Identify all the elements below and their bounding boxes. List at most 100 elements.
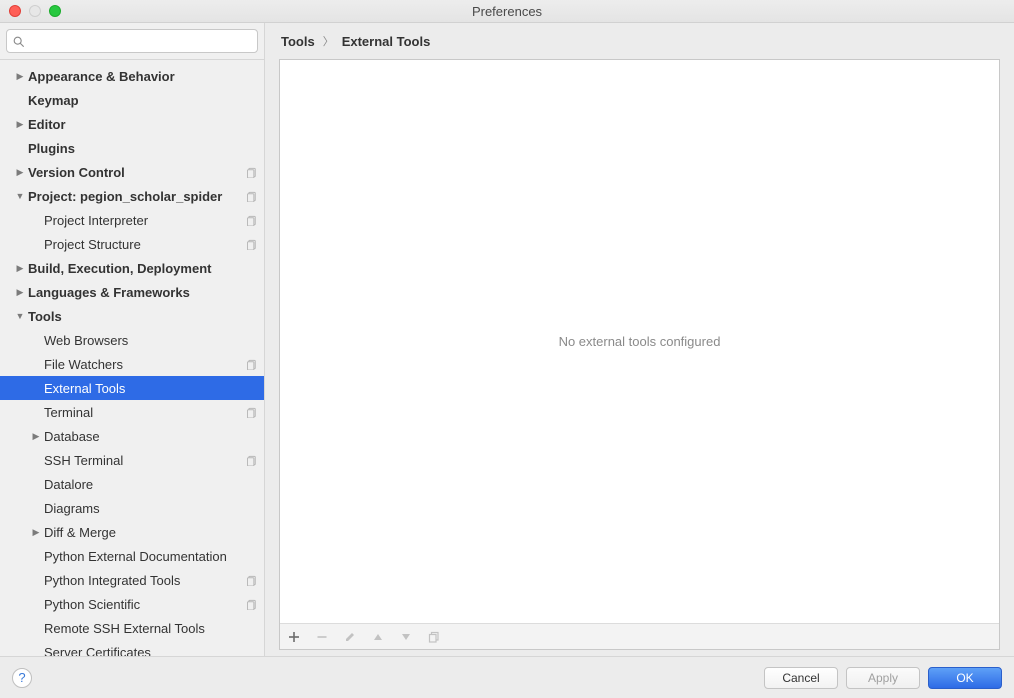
project-scope-icon bbox=[246, 454, 258, 466]
move-up-button[interactable] bbox=[370, 629, 386, 645]
empty-state-text: No external tools configured bbox=[559, 334, 721, 349]
project-scope-icon bbox=[246, 598, 258, 610]
tree-item-editor[interactable]: ▶ Editor bbox=[0, 112, 264, 136]
chevron-right-icon: 〉 bbox=[323, 33, 334, 49]
tree-item-label: Version Control bbox=[28, 165, 242, 180]
tree-item-project[interactable]: ▼ Project: pegion_scholar_spider bbox=[0, 184, 264, 208]
tree-item-datalore[interactable]: Datalore bbox=[0, 472, 264, 496]
tree-item-label: Keymap bbox=[28, 93, 258, 108]
list-toolbar bbox=[280, 623, 999, 649]
sidebar: ▶ Appearance & Behavior Keymap ▶ Editor … bbox=[0, 23, 265, 656]
tree-item-label: Python External Documentation bbox=[44, 549, 258, 564]
project-scope-icon bbox=[246, 238, 258, 250]
tree-item-label: Build, Execution, Deployment bbox=[28, 261, 258, 276]
tree-item-label: Project Interpreter bbox=[44, 213, 242, 228]
tree-item-label: Plugins bbox=[28, 141, 258, 156]
tree-item-label: Project Structure bbox=[44, 237, 242, 252]
tree-item-label: Python Scientific bbox=[44, 597, 242, 612]
breadcrumb-current: External Tools bbox=[342, 34, 431, 49]
breadcrumb-root[interactable]: Tools bbox=[281, 34, 315, 49]
tree-item-label: Web Browsers bbox=[44, 333, 258, 348]
window-title: Preferences bbox=[0, 4, 1014, 19]
cancel-button[interactable]: Cancel bbox=[764, 667, 838, 689]
remove-button[interactable] bbox=[314, 629, 330, 645]
search-input[interactable] bbox=[27, 31, 252, 51]
tree-item-label: Languages & Frameworks bbox=[28, 285, 258, 300]
project-scope-icon bbox=[246, 190, 258, 202]
chevron-right-icon: ▶ bbox=[30, 527, 42, 538]
search-icon bbox=[12, 35, 25, 48]
external-tools-list[interactable]: No external tools configured bbox=[280, 60, 999, 623]
zoom-window-button[interactable] bbox=[49, 5, 61, 17]
settings-tree[interactable]: ▶ Appearance & Behavior Keymap ▶ Editor … bbox=[0, 60, 264, 656]
copy-button[interactable] bbox=[426, 629, 442, 645]
apply-button[interactable]: Apply bbox=[846, 667, 920, 689]
project-scope-icon bbox=[246, 214, 258, 226]
tree-item-label: Terminal bbox=[44, 405, 242, 420]
edit-button[interactable] bbox=[342, 629, 358, 645]
project-scope-icon bbox=[246, 574, 258, 586]
tree-item-label: Server Certificates bbox=[44, 645, 258, 657]
ok-button[interactable]: OK bbox=[928, 667, 1002, 689]
tree-item-python-ext-doc[interactable]: Python External Documentation bbox=[0, 544, 264, 568]
chevron-down-icon: ▼ bbox=[14, 311, 26, 321]
chevron-right-icon: ▶ bbox=[14, 263, 26, 274]
tree-item-label: External Tools bbox=[44, 381, 258, 396]
chevron-right-icon: ▶ bbox=[14, 287, 26, 298]
tree-item-remote-ssh-ext-tools[interactable]: Remote SSH External Tools bbox=[0, 616, 264, 640]
tree-item-database[interactable]: ▶ Database bbox=[0, 424, 264, 448]
help-button[interactable]: ? bbox=[12, 668, 32, 688]
external-tools-panel: No external tools configured bbox=[279, 59, 1000, 650]
move-down-button[interactable] bbox=[398, 629, 414, 645]
tree-item-keymap[interactable]: Keymap bbox=[0, 88, 264, 112]
tree-item-label: SSH Terminal bbox=[44, 453, 242, 468]
tree-item-file-watchers[interactable]: File Watchers bbox=[0, 352, 264, 376]
window-controls bbox=[0, 5, 61, 17]
tree-item-label: Editor bbox=[28, 117, 258, 132]
tree-item-label: Diagrams bbox=[44, 501, 258, 516]
chevron-right-icon: ▶ bbox=[14, 167, 26, 178]
chevron-right-icon: ▶ bbox=[30, 431, 42, 442]
content-pane: Tools 〉 External Tools No external tools… bbox=[265, 23, 1014, 656]
project-scope-icon bbox=[246, 166, 258, 178]
tree-item-label: File Watchers bbox=[44, 357, 242, 372]
tree-item-label: Project: pegion_scholar_spider bbox=[28, 189, 242, 204]
tree-item-python-scientific[interactable]: Python Scientific bbox=[0, 592, 264, 616]
tree-item-project-interpreter[interactable]: Project Interpreter bbox=[0, 208, 264, 232]
tree-item-label: Remote SSH External Tools bbox=[44, 621, 258, 636]
tree-item-build[interactable]: ▶ Build, Execution, Deployment bbox=[0, 256, 264, 280]
chevron-down-icon: ▼ bbox=[14, 191, 26, 201]
window-titlebar: Preferences bbox=[0, 0, 1014, 23]
tree-item-external-tools[interactable]: External Tools bbox=[0, 376, 264, 400]
tree-item-label: Datalore bbox=[44, 477, 258, 492]
tree-item-label: Appearance & Behavior bbox=[28, 69, 258, 84]
tree-item-appearance[interactable]: ▶ Appearance & Behavior bbox=[0, 64, 264, 88]
add-button[interactable] bbox=[286, 629, 302, 645]
tree-item-languages[interactable]: ▶ Languages & Frameworks bbox=[0, 280, 264, 304]
project-scope-icon bbox=[246, 406, 258, 418]
tree-item-server-certificates[interactable]: Server Certificates bbox=[0, 640, 264, 656]
chevron-right-icon: ▶ bbox=[14, 119, 26, 130]
tree-item-version-control[interactable]: ▶ Version Control bbox=[0, 160, 264, 184]
tree-item-web-browsers[interactable]: Web Browsers bbox=[0, 328, 264, 352]
tree-item-python-integrated-tools[interactable]: Python Integrated Tools bbox=[0, 568, 264, 592]
minimize-window-button[interactable] bbox=[29, 5, 41, 17]
project-scope-icon bbox=[246, 358, 258, 370]
tree-item-label: Database bbox=[44, 429, 258, 444]
tree-item-plugins[interactable]: Plugins bbox=[0, 136, 264, 160]
search-field-container[interactable] bbox=[6, 29, 258, 53]
help-icon: ? bbox=[18, 670, 25, 685]
tree-item-terminal[interactable]: Terminal bbox=[0, 400, 264, 424]
tree-item-tools[interactable]: ▼ Tools bbox=[0, 304, 264, 328]
dialog-footer: ? Cancel Apply OK bbox=[0, 656, 1014, 698]
tree-item-label: Python Integrated Tools bbox=[44, 573, 242, 588]
tree-item-project-structure[interactable]: Project Structure bbox=[0, 232, 264, 256]
tree-item-ssh-terminal[interactable]: SSH Terminal bbox=[0, 448, 264, 472]
close-window-button[interactable] bbox=[9, 5, 21, 17]
tree-item-diagrams[interactable]: Diagrams bbox=[0, 496, 264, 520]
tree-item-label: Diff & Merge bbox=[44, 525, 258, 540]
tree-item-diff-merge[interactable]: ▶ Diff & Merge bbox=[0, 520, 264, 544]
breadcrumb: Tools 〉 External Tools bbox=[265, 23, 1014, 59]
main-area: ▶ Appearance & Behavior Keymap ▶ Editor … bbox=[0, 23, 1014, 656]
search-wrap bbox=[0, 23, 264, 60]
